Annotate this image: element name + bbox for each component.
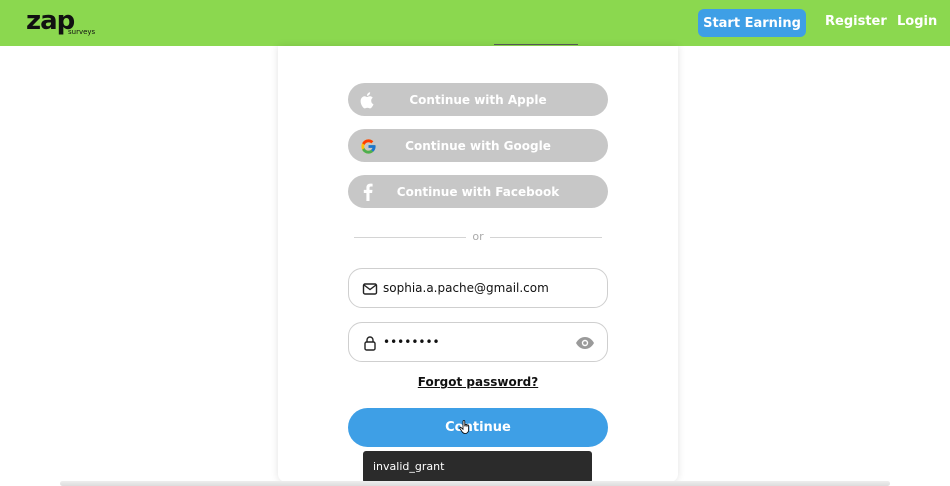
apple-icon <box>359 91 377 109</box>
top-navigation-bar: zap surveys Start Earning Register Login <box>0 0 950 46</box>
divider-line-left <box>354 237 466 238</box>
email-value: sophia.a.pache@gmail.com <box>383 281 549 295</box>
start-earning-button[interactable]: Start Earning <box>698 9 806 37</box>
or-divider: or <box>354 230 602 244</box>
email-field[interactable]: sophia.a.pache@gmail.com <box>348 268 608 308</box>
eye-icon[interactable] <box>575 334 595 352</box>
continue-label: Continue <box>445 420 511 435</box>
continue-with-apple-button[interactable]: Continue with Apple <box>348 83 608 116</box>
partially-visible-link-underline <box>494 44 578 46</box>
login-link[interactable]: Login <box>897 14 937 29</box>
password-value: •••••••• <box>383 335 440 349</box>
password-field[interactable]: •••••••• <box>348 322 608 362</box>
google-icon <box>359 137 377 155</box>
envelope-icon <box>362 281 378 297</box>
continue-with-facebook-label: Continue with Facebook <box>396 184 560 199</box>
continue-with-facebook-button[interactable]: Continue with Facebook <box>348 175 608 208</box>
error-toast-message: invalid_grant <box>373 460 445 473</box>
register-link[interactable]: Register <box>825 14 887 29</box>
continue-button[interactable]: Continue <box>348 408 608 447</box>
lock-icon <box>362 335 378 351</box>
bottom-edge-shadow <box>60 481 890 486</box>
zap-surveys-logo[interactable]: zap surveys <box>26 6 106 40</box>
continue-with-apple-label: Continue with Apple <box>409 92 547 107</box>
divider-or-text: or <box>472 230 484 243</box>
hand-cursor-icon <box>459 419 471 434</box>
continue-with-google-button[interactable]: Continue with Google <box>348 129 608 162</box>
logo-subtext: surveys <box>68 28 96 36</box>
continue-with-google-label: Continue with Google <box>405 138 551 153</box>
facebook-icon <box>359 183 377 201</box>
forgot-password-link[interactable]: Forgot password? <box>348 375 608 389</box>
error-toast: invalid_grant <box>363 451 592 483</box>
divider-line-right <box>490 237 602 238</box>
